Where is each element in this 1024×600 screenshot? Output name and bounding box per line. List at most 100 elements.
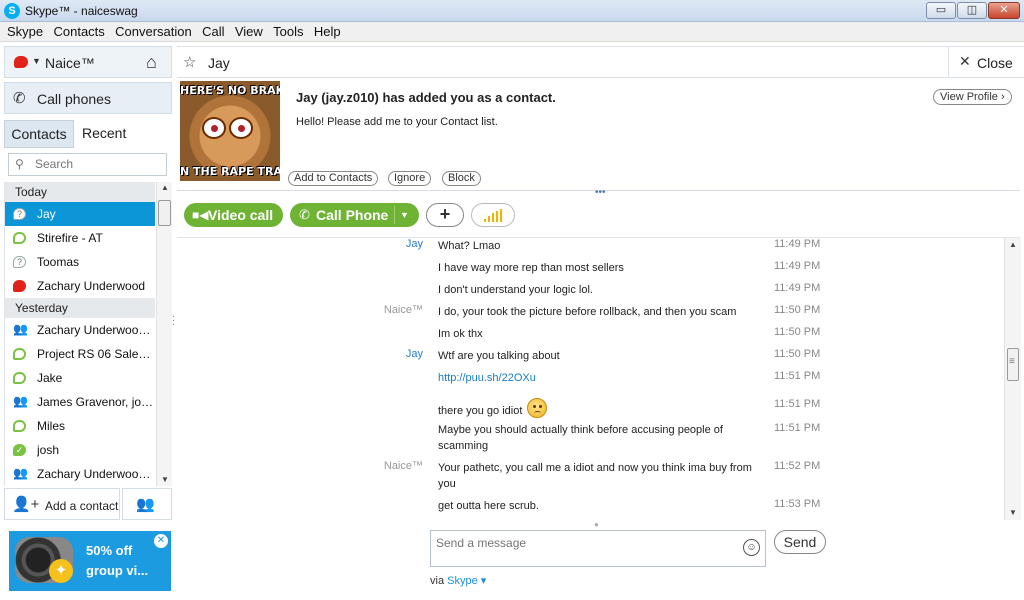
contact-list-scrollbar[interactable]: ▲ ▼ (156, 182, 172, 486)
profile-name[interactable]: Naice™ (45, 55, 95, 71)
message-text: Maybe you should actually think before a… (438, 424, 723, 452)
tab-contacts[interactable]: Contacts (4, 120, 74, 148)
contact-name: Zachary Underwood (37, 279, 146, 293)
phone-icon: ✆ (299, 207, 310, 222)
menu-call[interactable]: Call (195, 22, 224, 42)
chevron-down-icon[interactable]: ▾ (481, 575, 487, 587)
menu-skype[interactable]: Skype (0, 22, 43, 42)
contact-list: Today ? Jay Stirefire - AT ? Toomas Zach… (4, 182, 155, 486)
home-icon[interactable]: ⌂ (146, 52, 157, 73)
request-headline: Jay (jay.z010) has added you as a contac… (296, 90, 556, 105)
close-icon: ✕ (959, 53, 971, 69)
scroll-down-icon[interactable]: ▼ (161, 475, 169, 484)
menu-help[interactable]: Help (307, 22, 341, 42)
scroll-up-icon[interactable]: ▲ (161, 183, 169, 192)
list-item[interactable]: Miles (5, 414, 155, 438)
list-item[interactable]: Project RS 06 Sales [... (5, 342, 155, 366)
via-service[interactable]: Skype (447, 575, 478, 587)
message-text: Im ok thx (438, 328, 483, 340)
message-sender: Naice™ (383, 460, 423, 472)
menu-conversation[interactable]: Conversation (108, 22, 192, 42)
list-item[interactable]: 👥 James Gravenor, jos... (5, 390, 155, 414)
send-button[interactable]: Send (774, 530, 826, 554)
scrollbar-thumb[interactable] (1007, 348, 1019, 381)
status-away-icon[interactable] (14, 56, 28, 68)
message-log-scrollbar[interactable]: ▲ ▼ (1004, 238, 1021, 520)
close-conversation-button[interactable]: ✕ Close (948, 47, 1024, 78)
list-item[interactable]: Stirefire - AT (5, 226, 155, 250)
create-group-button[interactable]: 👥 (122, 488, 172, 520)
profile-bar[interactable]: ▼ Naice™ ⌂ (4, 46, 172, 78)
message-time: 11:49 PM (774, 260, 821, 272)
list-item[interactable]: Jake (5, 366, 155, 390)
menu-view[interactable]: View (228, 22, 263, 42)
add-person-icon: 👤+ (12, 496, 40, 513)
message-text: Your pathetc, you call me a idiot and no… (438, 462, 752, 490)
status-away-icon (13, 280, 26, 292)
status-online-icon (13, 372, 26, 384)
menu-contacts[interactable]: Contacts (46, 22, 104, 42)
add-participant-button[interactable]: + (426, 203, 464, 227)
maximize-button[interactable]: ◫ (957, 2, 987, 19)
emoticon-picker-icon[interactable]: ☺ (743, 539, 760, 556)
list-item[interactable]: ✓ josh (5, 438, 155, 462)
add-to-contacts-button[interactable]: Add to Contacts (288, 171, 379, 186)
status-online-icon (13, 232, 26, 244)
status-online-icon (13, 420, 26, 432)
add-contact-button[interactable]: 👤+ Add a contact (4, 488, 120, 520)
avatar-caption-bottom: N THE RAPE TRAI (180, 165, 280, 178)
close-icon[interactable]: ✕ (154, 534, 168, 548)
list-item[interactable]: 👥 Zachary Underwood,... (5, 462, 155, 486)
list-item[interactable]: ? Toomas (5, 250, 155, 274)
ignore-button[interactable]: Ignore (388, 171, 432, 186)
call-phone-button[interactable]: ✆ Call Phone ▼ (290, 203, 419, 227)
status-online-check-icon: ✓ (13, 444, 26, 456)
block-button[interactable]: Block (442, 171, 481, 186)
promo-banner[interactable]: ✦ 50% off group vi... ✕ (9, 531, 171, 591)
menu-tools[interactable]: Tools (266, 22, 303, 42)
conversation-header: ☆ Jay ✕ Close (177, 46, 1024, 78)
send-via-selector[interactable]: via Skype ▾ (430, 574, 486, 587)
scrollbar-thumb[interactable] (158, 200, 171, 226)
panel-resize-handle[interactable]: · · · (172, 312, 175, 330)
message-time: 11:51 PM (774, 370, 821, 382)
search-box[interactable]: ⚲ (8, 153, 167, 176)
message-time: 11:50 PM (774, 326, 821, 338)
compose-box[interactable]: ☺ (430, 530, 766, 567)
contact-name: James Gravenor, jos... (37, 395, 155, 409)
message-text: Wtf are you talking about (438, 350, 560, 362)
contact-name: Project RS 06 Sales [... (37, 347, 155, 361)
status-unknown-icon: ? (13, 208, 26, 220)
tab-recent[interactable]: Recent (74, 120, 172, 148)
call-phones-button[interactable]: ✆ Call phones (4, 82, 172, 114)
list-item[interactable]: 👥 Zachary Underwood,... (5, 318, 155, 342)
request-divider: ••• (177, 187, 1020, 198)
avatar[interactable]: HERE'S NO BRAKE N THE RAPE TRAI (180, 81, 280, 181)
message-time: 11:49 PM (774, 238, 821, 250)
minimize-button[interactable]: ▭ (926, 2, 956, 19)
video-camera-icon: ■◀ (192, 208, 209, 222)
chevron-down-icon[interactable]: ▼ (400, 203, 409, 227)
list-item[interactable]: Zachary Underwood (5, 274, 155, 298)
window-close-button[interactable]: ✕ (988, 2, 1020, 19)
message-time: 11:51 PM (774, 422, 821, 434)
video-call-button[interactable]: ■◀ Video call (184, 203, 283, 227)
scroll-up-icon[interactable]: ▲ (1009, 240, 1017, 249)
message-input[interactable] (436, 536, 736, 562)
search-input[interactable] (35, 157, 160, 171)
compose-resize-handle[interactable]: ● (594, 520, 599, 529)
message-time: 11:50 PM (774, 304, 821, 316)
call-quality-button[interactable] (471, 203, 515, 227)
scroll-down-icon[interactable]: ▼ (1009, 508, 1017, 517)
message-text: I have way more rep than most sellers (438, 262, 624, 274)
message-text: I do, your took the picture before rollb… (438, 306, 737, 318)
chevron-down-icon[interactable]: ▼ (32, 56, 41, 66)
message-sender: Jay (405, 348, 423, 360)
list-item[interactable]: ? Jay (5, 202, 155, 226)
contact-name: Zachary Underwood,... (37, 467, 155, 481)
favorite-star-icon[interactable]: ☆ (183, 53, 196, 71)
message-link[interactable]: http://puu.sh/22OXu (438, 372, 536, 384)
worried-emoticon-icon (527, 398, 548, 418)
view-profile-button[interactable]: View Profile › (933, 89, 1012, 105)
contact-name: Jake (37, 371, 63, 385)
